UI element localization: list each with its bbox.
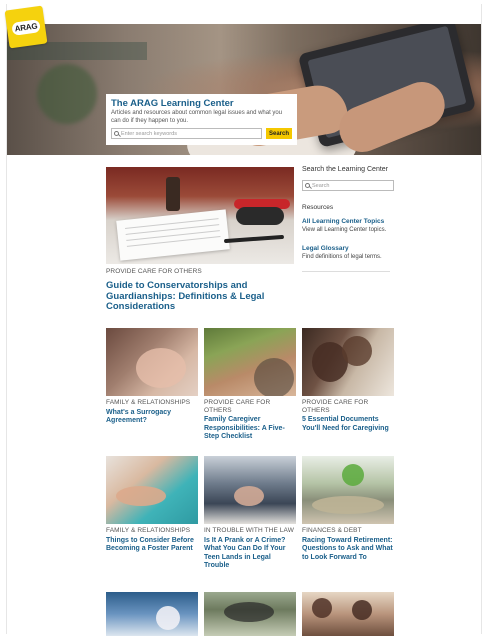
hero-search-row: Enter search keywords Search [111, 128, 292, 139]
article-title[interactable]: 5 Essential Documents You'll Need for Ca… [302, 416, 394, 433]
article-title[interactable]: Racing Toward Retirement: Questions to A… [302, 537, 394, 563]
hero-search-input[interactable]: Enter search keywords [111, 128, 262, 139]
article-image[interactable] [204, 328, 296, 396]
article-card[interactable]: PROVIDE CARE FOR OTHERS Family Caregiver… [204, 328, 296, 442]
article-card[interactable] [302, 592, 394, 636]
article-card[interactable]: PROVIDE CARE FOR OTHERS 5 Essential Docu… [302, 328, 394, 433]
sidebar-heading: Search the Learning Center [302, 166, 388, 173]
article-image[interactable] [204, 592, 296, 636]
featured-article-image[interactable] [106, 167, 294, 264]
article-category: FAMILY & RELATIONSHIPS [106, 527, 191, 534]
arag-logo[interactable]: ARAG [4, 5, 48, 49]
article-title[interactable]: Things to Consider Before Becoming a Fos… [106, 537, 198, 554]
article-category: FAMILY & RELATIONSHIPS [106, 399, 191, 406]
article-card[interactable]: FINANCES & DEBT Racing Toward Retirement… [302, 456, 394, 562]
article-category: PROVIDE CARE FOR OTHERS [204, 399, 271, 414]
article-image[interactable] [106, 456, 198, 524]
sidebar-link-desc: Find definitions of legal terms. [302, 253, 382, 260]
article-image[interactable] [302, 592, 394, 636]
sidebar-link-legal-glossary[interactable]: Legal Glossary [302, 245, 394, 253]
logo-text: ARAG [10, 18, 42, 36]
article-title[interactable]: Family Caregiver Responsibilities: A Fiv… [204, 416, 296, 442]
article-card[interactable] [204, 592, 296, 636]
article-title[interactable]: What's a Surrogacy Agreement? [106, 409, 198, 426]
search-button[interactable]: Search [266, 128, 292, 139]
sidebar-search-input[interactable]: Search [302, 180, 394, 191]
article-category: PROVIDE CARE FOR OTHERS [302, 399, 369, 414]
article-card[interactable]: IN TROUBLE WITH THE LAW Is It A Prank or… [204, 456, 296, 571]
article-image[interactable] [106, 592, 198, 636]
sidebar-link-desc: View all Learning Center topics. [302, 227, 387, 233]
article-title[interactable]: Is It A Prank or A Crime? What You Can D… [204, 537, 296, 571]
article-image[interactable] [302, 328, 394, 396]
article-card[interactable] [106, 592, 198, 636]
article-card[interactable]: FAMILY & RELATIONSHIPS What's a Surrogac… [106, 328, 198, 426]
article-image[interactable] [204, 456, 296, 524]
article-image[interactable] [106, 328, 198, 396]
page-title: The ARAG Learning Center [111, 98, 234, 109]
featured-article-title[interactable]: Guide to Conservatorships and Guardiansh… [106, 280, 296, 313]
article-card[interactable]: FAMILY & RELATIONSHIPS Things to Conside… [106, 456, 198, 554]
article-image[interactable] [302, 456, 394, 524]
hero-search-placeholder: Enter search keywords [121, 130, 177, 137]
search-icon [114, 131, 119, 136]
resources-heading: Resources [302, 204, 334, 211]
sidebar-search-placeholder: Search [312, 182, 330, 189]
article-category: FINANCES & DEBT [302, 527, 362, 534]
divider [302, 271, 390, 272]
sidebar-link-all-topics[interactable]: All Learning Center Topics [302, 218, 394, 226]
sidebar: Search the Learning Center Search Resour… [302, 165, 394, 276]
article-category: IN TROUBLE WITH THE LAW [204, 527, 294, 534]
search-icon [305, 183, 310, 188]
featured-category: PROVIDE CARE FOR OTHERS [106, 268, 202, 275]
hero-subtitle: Articles and resources about common lega… [111, 110, 283, 124]
hero-search-box: The ARAG Learning Center Articles and re… [106, 94, 297, 145]
